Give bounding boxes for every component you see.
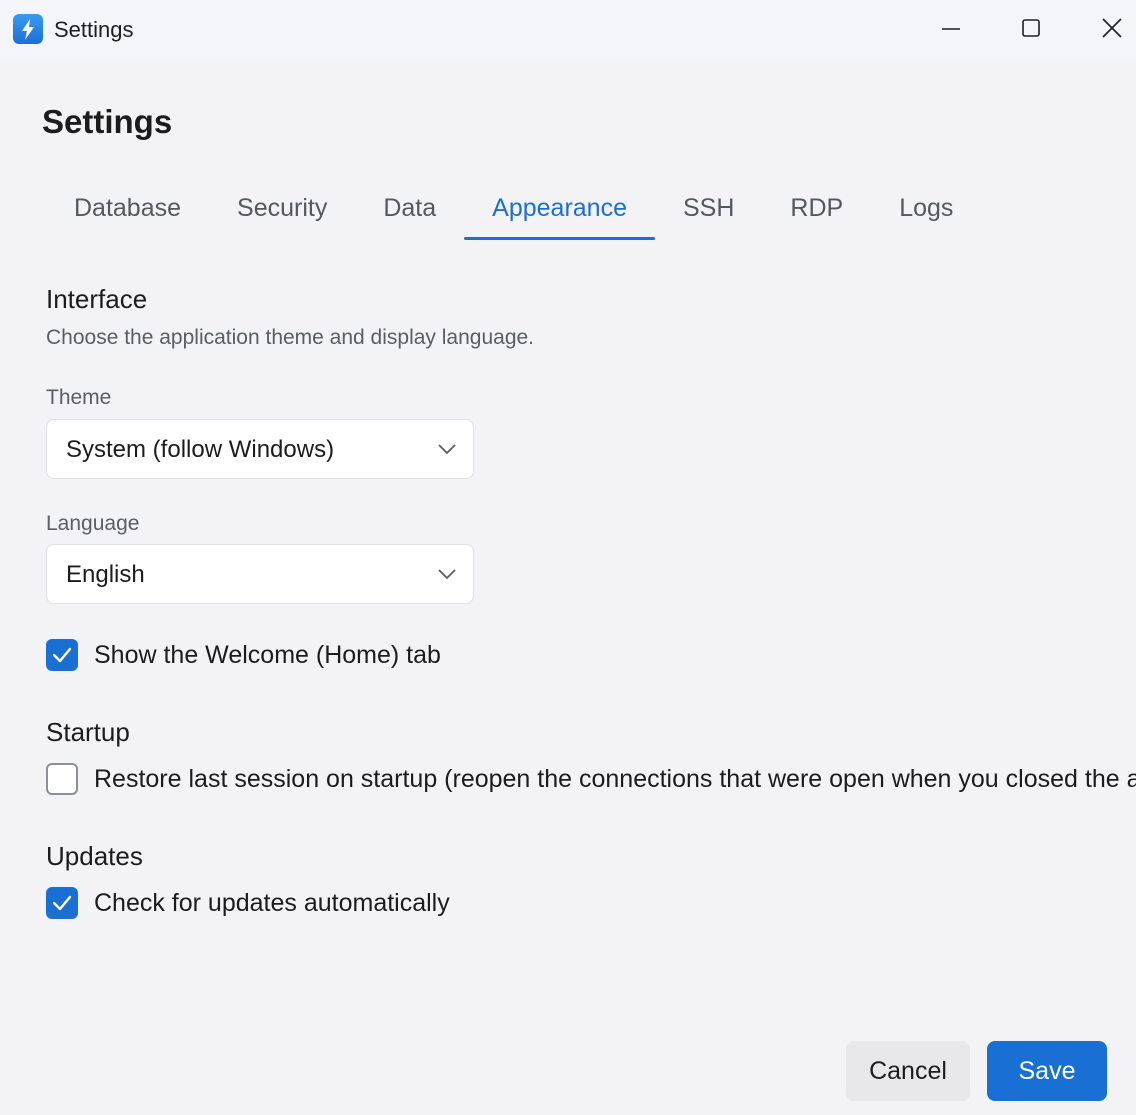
save-button[interactable]: Save	[987, 1041, 1107, 1101]
auto-update-option[interactable]: Check for updates automatically	[46, 886, 450, 920]
close-icon	[1102, 18, 1122, 38]
updates-heading: Updates	[46, 841, 143, 871]
title-bar[interactable]: Settings	[0, 0, 1136, 58]
theme-select-value: System (follow Windows)	[66, 436, 335, 463]
language-select[interactable]: English	[46, 544, 474, 604]
tab-security[interactable]: Security	[209, 180, 355, 242]
auto-update-label: Check for updates automatically	[94, 889, 450, 917]
language-label: Language	[46, 512, 140, 535]
tab-logs[interactable]: Logs	[871, 180, 981, 242]
settings-window: Settings Settings Database Security Data…	[0, 0, 1136, 1115]
checkmark-icon	[52, 895, 72, 911]
close-button[interactable]	[1072, 0, 1136, 58]
show-welcome-label: Show the Welcome (Home) tab	[94, 641, 441, 669]
chevron-down-icon	[438, 569, 456, 580]
tab-appearance[interactable]: Appearance	[464, 180, 655, 242]
restore-session-label: Restore last session on startup (reopen …	[94, 765, 1136, 793]
auto-update-checkbox[interactable]	[46, 887, 78, 919]
theme-select[interactable]: System (follow Windows)	[46, 419, 474, 479]
maximize-icon	[1022, 19, 1040, 37]
page-title: Settings	[42, 103, 173, 140]
theme-label: Theme	[46, 386, 112, 409]
show-welcome-checkbox[interactable]	[46, 639, 78, 671]
minimize-button[interactable]	[911, 0, 991, 58]
tab-database[interactable]: Database	[46, 180, 209, 242]
tab-rdp[interactable]: RDP	[762, 180, 871, 242]
interface-description: Choose the application theme and display…	[46, 326, 535, 349]
minimize-icon	[942, 28, 960, 30]
restore-session-option[interactable]: Restore last session on startup (reopen …	[46, 762, 1136, 796]
tab-data[interactable]: Data	[355, 180, 464, 242]
lightning-bolt-icon	[13, 14, 43, 44]
tab-ssh[interactable]: SSH	[655, 180, 762, 242]
language-select-value: English	[66, 561, 145, 588]
settings-tabs: Database Security Data Appearance SSH RD…	[46, 180, 981, 242]
startup-heading: Startup	[46, 717, 130, 747]
maximize-button[interactable]	[991, 0, 1071, 58]
window-title: Settings	[54, 17, 134, 42]
checkmark-icon	[52, 647, 72, 663]
cancel-button[interactable]: Cancel	[846, 1041, 970, 1101]
restore-session-checkbox[interactable]	[46, 763, 78, 795]
chevron-down-icon	[438, 444, 456, 455]
show-welcome-option[interactable]: Show the Welcome (Home) tab	[46, 638, 441, 672]
interface-heading: Interface	[46, 284, 148, 314]
